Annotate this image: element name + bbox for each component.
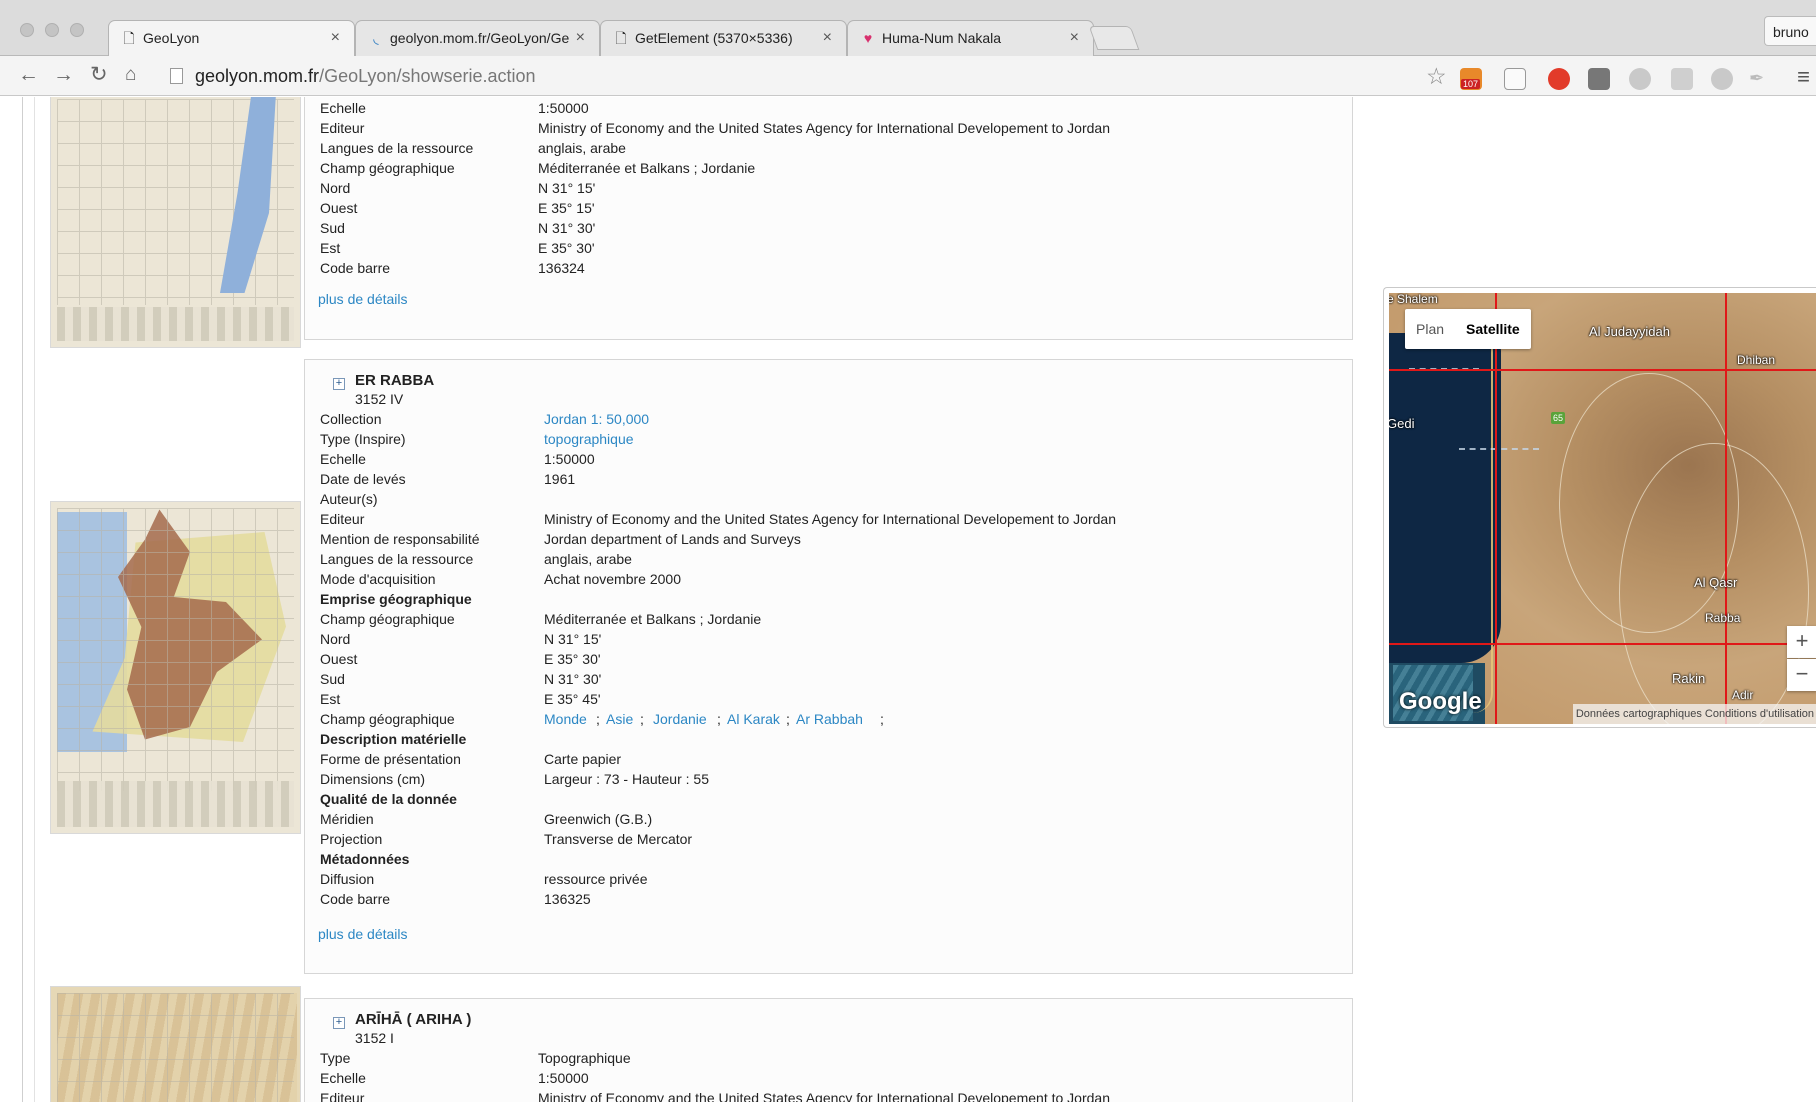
- tab-getelement[interactable]: 🗋 GetElement (5370×5336) ×: [600, 20, 847, 56]
- record-subtitle: 3152 IV: [355, 391, 404, 407]
- expand-icon[interactable]: +: [333, 1017, 345, 1029]
- record-subtitle: 3152 I: [355, 1030, 394, 1046]
- collection-link[interactable]: Jordan 1: 50,000: [544, 409, 649, 429]
- tab-geolyon[interactable]: 🗋 GeoLyon ×: [108, 20, 355, 57]
- loading-spinner-icon: ◟: [373, 30, 379, 46]
- type-link[interactable]: topographique: [544, 429, 634, 449]
- pen-extension-icon[interactable]: ✒: [1749, 68, 1771, 90]
- back-arrow-icon[interactable]: ←: [18, 62, 39, 88]
- road-shield: 65: [1551, 412, 1566, 424]
- geo-link-asie[interactable]: Asie: [606, 709, 633, 729]
- page-icon: 🗋: [615, 30, 627, 46]
- close-tab-icon[interactable]: ×: [576, 29, 585, 47]
- profile-button[interactable]: bruno: [1764, 16, 1816, 46]
- home-icon[interactable]: ⌂: [125, 62, 136, 88]
- map-type-plan-button[interactable]: Plan: [1405, 309, 1455, 349]
- bookmark-star-icon[interactable]: ☆: [1426, 64, 1447, 88]
- map-thumbnail[interactable]: [50, 501, 301, 834]
- expand-icon[interactable]: +: [333, 378, 345, 390]
- geo-link-monde[interactable]: Monde: [544, 709, 587, 729]
- section-heading: Emprise géographique: [320, 591, 472, 607]
- more-details-link[interactable]: plus de détails: [318, 291, 408, 307]
- zoom-window-button[interactable]: [70, 23, 84, 37]
- close-tab-icon[interactable]: ×: [331, 29, 340, 47]
- tab-bar: 🗋 GeoLyon × ◟ geolyon.mom.fr/GeoLyon/Ge …: [0, 0, 1816, 57]
- more-details-link[interactable]: plus de détails: [318, 926, 408, 942]
- close-window-button[interactable]: [20, 23, 34, 37]
- document-extension-icon[interactable]: [1504, 68, 1526, 90]
- record-card: + ER RABBA 3152 IV Collection Jordan 1: 5…: [304, 359, 1353, 974]
- record-title[interactable]: ER RABBA: [355, 372, 434, 389]
- minimize-window-button[interactable]: [45, 23, 59, 37]
- feed-extension-icon[interactable]: [1671, 68, 1693, 90]
- map-type-satellite-button[interactable]: Satellite: [1455, 309, 1531, 349]
- circle-extension-icon[interactable]: [1629, 68, 1651, 90]
- tab-huma-num-nakala[interactable]: ♥ Huma-Num Nakala ×: [847, 20, 1094, 56]
- geo-link-jordanie[interactable]: Jordanie: [653, 709, 707, 729]
- geo-link-ar-rabbah[interactable]: Ar Rabbah: [796, 709, 863, 729]
- face-extension-icon[interactable]: [1711, 68, 1733, 90]
- address-bar[interactable]: geolyon.mom.fr/GeoLyon/showserie.action: [162, 61, 1438, 91]
- page-icon: 🗋: [123, 30, 135, 46]
- grid-line: [1495, 293, 1497, 724]
- menu-icon[interactable]: ≡: [1797, 66, 1810, 88]
- opera-extension-icon[interactable]: [1548, 68, 1570, 90]
- forward-arrow-icon[interactable]: →: [53, 62, 74, 88]
- satellite-map[interactable]: e Shalem Al Judayyidah Dhiban Gedi Al Qa…: [1389, 293, 1816, 724]
- window-extension-icon[interactable]: [1588, 68, 1610, 90]
- navigation-bar: ← → ↻ ⌂ geolyon.mom.fr/GeoLyon/showserie…: [0, 56, 1816, 96]
- close-tab-icon[interactable]: ×: [1070, 29, 1079, 47]
- google-logo: Google: [1399, 688, 1482, 715]
- reload-icon[interactable]: ↻: [90, 62, 108, 88]
- grid-line: [1389, 369, 1816, 371]
- close-tab-icon[interactable]: ×: [823, 29, 832, 47]
- geo-link-al-karak[interactable]: Al Karak: [727, 709, 780, 729]
- page-content: Echelle 1:50000 Editeur Ministry of Econom…: [0, 97, 1816, 1102]
- zoom-in-button[interactable]: +: [1787, 626, 1816, 658]
- rss-extension-icon[interactable]: 107: [1460, 68, 1482, 90]
- tab-geolyon-url[interactable]: ◟ geolyon.mom.fr/GeoLyon/Ge ×: [355, 20, 600, 56]
- new-tab-button[interactable]: [1088, 26, 1140, 50]
- map-thumbnail[interactable]: [50, 97, 301, 348]
- record-card: + ARĪHĀ ( ARIHA ) 3152 I Type Topographiq…: [304, 998, 1353, 1102]
- grid-line: [1389, 643, 1816, 645]
- page-info-icon[interactable]: [170, 68, 183, 84]
- record-title[interactable]: ARĪHĀ ( ARIHA ): [355, 1011, 471, 1028]
- url-text[interactable]: geolyon.mom.fr/GeoLyon/showserie.action: [195, 66, 536, 87]
- map-thumbnail[interactable]: [50, 986, 301, 1102]
- zoom-out-button[interactable]: −: [1787, 659, 1816, 691]
- grid-line: [1725, 293, 1727, 724]
- section-heading: Métadonnées: [320, 851, 410, 867]
- map-widget: e Shalem Al Judayyidah Dhiban Gedi Al Qa…: [1383, 287, 1816, 728]
- map-type-control: Plan Satellite: [1405, 309, 1531, 349]
- nakala-icon: ♥: [863, 30, 873, 46]
- record-card: Echelle 1:50000 Editeur Ministry of Econom…: [304, 97, 1353, 340]
- section-heading: Qualité de la donnée: [320, 791, 457, 807]
- section-heading: Description matérielle: [320, 731, 467, 747]
- map-credits[interactable]: Données cartographiques Conditions d'uti…: [1572, 704, 1816, 724]
